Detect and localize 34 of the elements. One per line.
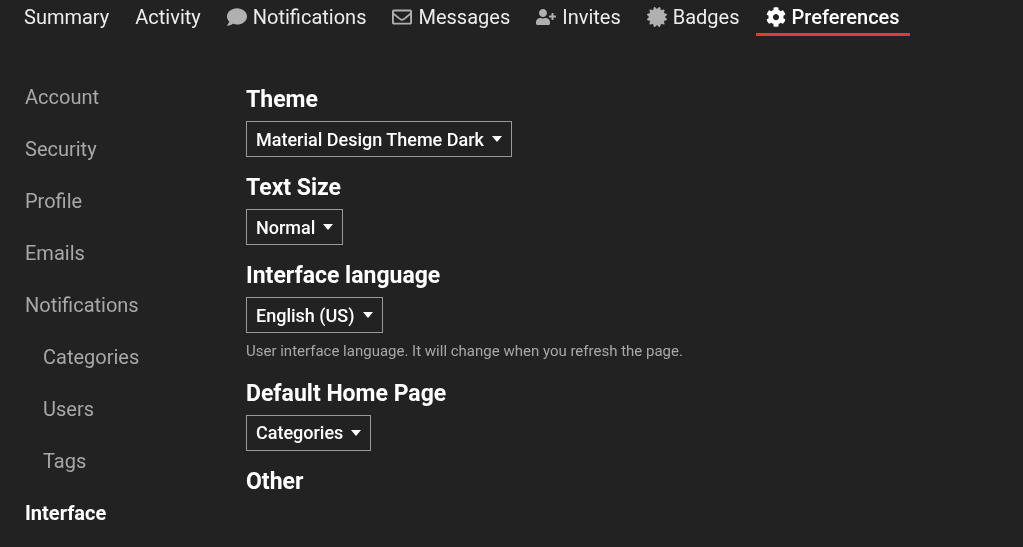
sidebar-item[interactable]: Categories — [43, 342, 140, 372]
section-heading: Other — [246, 466, 305, 497]
section-heading: Text Size — [246, 173, 343, 203]
sidebar-item[interactable]: Interface — [25, 498, 107, 528]
tab[interactable]: Messages — [382, 0, 521, 36]
tab[interactable]: Invites — [526, 0, 631, 36]
tab[interactable]: Notifications — [216, 0, 377, 36]
sidebar-item[interactable]: Security — [25, 134, 97, 164]
add-user-icon — [536, 6, 557, 27]
sidebar-item[interactable]: Users — [43, 394, 94, 424]
tab[interactable]: Summary — [14, 0, 120, 36]
caret-icon — [362, 312, 373, 318]
caret-icon — [323, 224, 334, 230]
caret-icon — [491, 136, 502, 142]
description-text: User interface language. It will change when you refresh the page. — [246, 341, 683, 362]
sidebar-item[interactable]: Profile — [25, 186, 83, 216]
dropdown[interactable]: Normal — [246, 209, 344, 245]
caret-icon — [351, 429, 362, 436]
tab[interactable]: Preferences — [755, 0, 910, 36]
sidebar-item[interactable]: Account — [25, 82, 99, 112]
dropdown[interactable]: Categories — [246, 414, 372, 451]
tab[interactable]: Activity — [125, 0, 211, 36]
settings-icon — [765, 6, 786, 27]
speech-bubble-icon — [226, 6, 247, 27]
sidebar-item[interactable]: Notifications — [25, 290, 139, 320]
section-heading: Default Home Page — [246, 378, 448, 409]
section-heading: Interface language — [246, 261, 442, 291]
tab[interactable]: Badges — [636, 0, 750, 36]
dropdown[interactable]: Material Design Theme Dark — [246, 121, 512, 157]
sidebar-item[interactable]: Tags — [43, 446, 87, 476]
badge-icon — [646, 6, 667, 27]
section-heading: Theme — [246, 85, 319, 115]
dropdown[interactable]: English (US) — [246, 297, 383, 333]
sidebar-item[interactable]: Emails — [25, 238, 85, 268]
